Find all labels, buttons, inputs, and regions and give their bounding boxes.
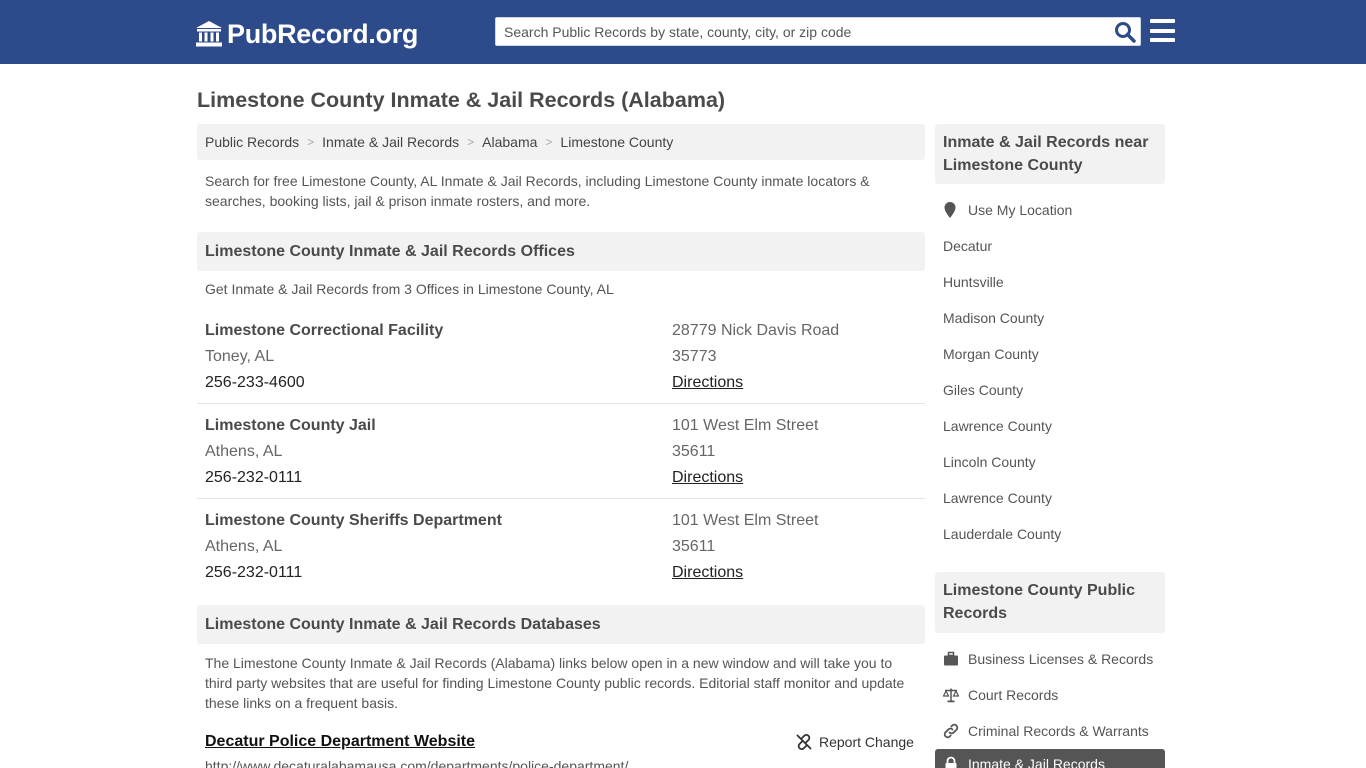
report-change-button[interactable]: Report Change	[796, 734, 914, 750]
directions-link[interactable]: Directions	[672, 374, 743, 392]
databases-text: The Limestone County Inmate & Jail Recor…	[205, 655, 905, 711]
near-link-lincoln-county[interactable]: Lincoln County	[943, 454, 1036, 470]
office-phone[interactable]: 256-232-0111	[205, 564, 302, 582]
office-card: Limestone County Sheriffs Department Ath…	[197, 499, 925, 594]
sidebar-item-inmate-jail-records[interactable]: Inmate & Jail Records	[935, 749, 1165, 768]
near-link-lawrence-county-2[interactable]: Lawrence County	[943, 490, 1052, 506]
chevron-right-icon: >	[545, 135, 553, 149]
site-logo[interactable]: PubRecord.org	[195, 18, 418, 50]
office-card: Limestone County Jail Athens, AL 256-232…	[197, 404, 925, 499]
office-name: Limestone County Sheriffs Department	[205, 512, 502, 529]
office-city: Athens, AL	[205, 443, 283, 460]
sidebar-item-business-licenses[interactable]: Business Licenses & Records	[943, 651, 1153, 667]
sidebar-item-label: Criminal Records & Warrants	[968, 723, 1149, 739]
office-street: 101 West Elm Street	[672, 417, 819, 434]
office-phone[interactable]: 256-232-0111	[205, 469, 302, 487]
near-link-huntsville[interactable]: Huntsville	[943, 274, 1004, 290]
near-link-decatur[interactable]: Decatur	[943, 238, 992, 254]
sidebar-item-court-records[interactable]: Court Records	[943, 687, 1058, 703]
office-street: 101 West Elm Street	[672, 512, 819, 529]
office-name: Limestone Correctional Facility	[205, 322, 444, 339]
office-name: Limestone County Jail	[205, 417, 376, 434]
intro-text: Search for free Limestone County, AL Inm…	[205, 173, 870, 209]
sidebar-item-label: Court Records	[968, 687, 1059, 703]
unlink-icon	[796, 734, 812, 750]
use-my-location-label: Use My Location	[968, 202, 1073, 218]
offices-heading: Limestone County Inmate & Jail Records O…	[197, 232, 925, 271]
search-input[interactable]	[496, 18, 1106, 45]
chevron-right-icon: >	[307, 135, 315, 149]
database-url[interactable]: http://www.decaturalabamausa.com/departm…	[205, 758, 628, 768]
page-title: Limestone County Inmate & Jail Records (…	[197, 88, 726, 112]
sidebar-near-heading: Inmate & Jail Records near Limestone Cou…	[935, 124, 1165, 184]
hamburger-icon[interactable]	[1150, 19, 1175, 42]
report-change-label: Report Change	[819, 734, 914, 750]
near-link-lauderdale-county[interactable]: Lauderdale County	[943, 526, 1061, 542]
office-zip: 35773	[672, 348, 717, 365]
briefcase-icon	[944, 651, 958, 666]
office-city: Toney, AL	[205, 348, 275, 365]
breadcrumb-public-records[interactable]: Public Records	[205, 134, 299, 150]
office-zip: 35611	[672, 538, 716, 555]
link-icon	[943, 723, 959, 739]
site-header: PubRecord.org	[0, 0, 1366, 64]
scale-icon	[943, 688, 959, 703]
office-street: 28779 Nick Davis Road	[672, 322, 840, 339]
near-link-morgan-county[interactable]: Morgan County	[943, 346, 1039, 362]
building-columns-icon	[196, 21, 222, 47]
offices-subtext: Get Inmate & Jail Records from 3 Offices…	[205, 281, 614, 297]
sidebar-public-heading: Limestone County Public Records	[935, 572, 1165, 633]
breadcrumb-alabama[interactable]: Alabama	[482, 134, 537, 150]
near-link-madison-county[interactable]: Madison County	[943, 310, 1044, 326]
search-icon[interactable]	[1114, 21, 1136, 43]
directions-link[interactable]: Directions	[672, 469, 743, 487]
near-link-lawrence-county[interactable]: Lawrence County	[943, 418, 1052, 434]
near-link-giles-county[interactable]: Giles County	[943, 382, 1023, 398]
breadcrumb: Public Records > Inmate & Jail Records >…	[197, 124, 925, 160]
sidebar-item-label: Business Licenses & Records	[968, 651, 1154, 667]
databases-heading: Limestone County Inmate & Jail Records D…	[197, 605, 925, 644]
database-link[interactable]: Decatur Police Department Website	[205, 733, 475, 751]
breadcrumb-inmate-jail-records[interactable]: Inmate & Jail Records	[322, 134, 459, 150]
office-zip: 35611	[672, 443, 716, 460]
sidebar-item-criminal-records[interactable]: Criminal Records & Warrants	[943, 723, 1149, 739]
sidebar-item-label: Inmate & Jail Records	[968, 756, 1105, 768]
office-city: Athens, AL	[205, 538, 283, 555]
breadcrumb-limestone-county[interactable]: Limestone County	[560, 134, 673, 150]
lock-icon	[945, 756, 957, 768]
logo-text: PubRecord.org	[227, 18, 419, 49]
office-card: Limestone Correctional Facility Toney, A…	[197, 309, 925, 404]
directions-link[interactable]: Directions	[672, 564, 743, 582]
office-phone[interactable]: 256-233-4600	[205, 374, 305, 392]
search-box	[495, 17, 1141, 46]
use-my-location-link[interactable]: Use My Location	[943, 202, 1072, 218]
map-marker-icon	[944, 202, 956, 218]
chevron-right-icon: >	[467, 135, 475, 149]
